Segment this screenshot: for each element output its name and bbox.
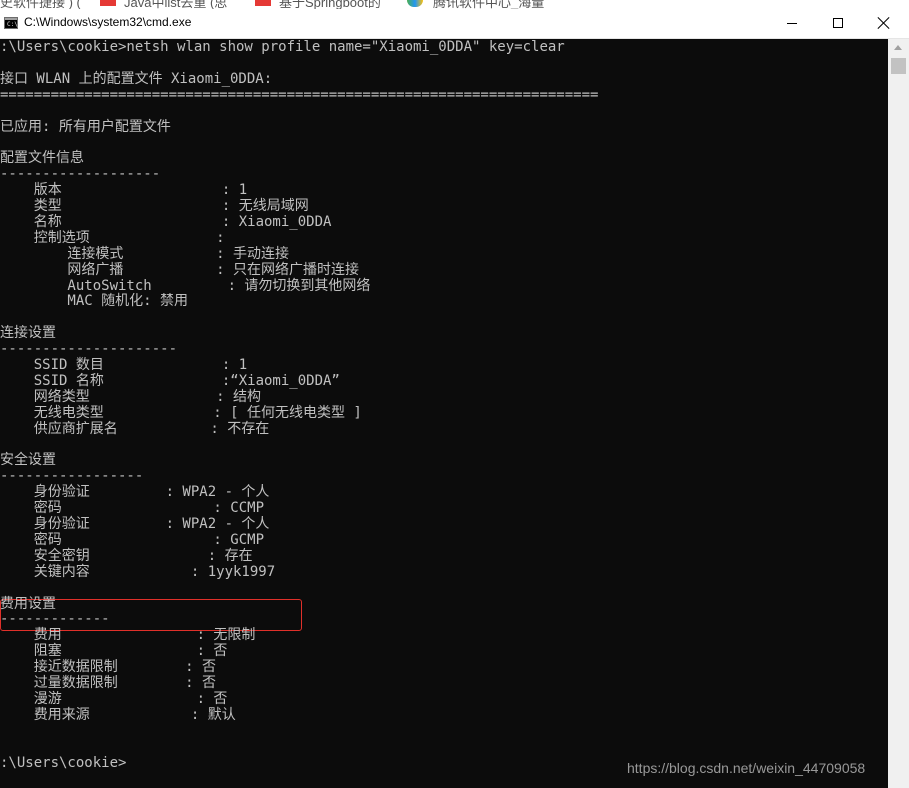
console-line: 漫游 : 否 xyxy=(0,690,228,707)
background-taskbar: 史软件捷接 ) ( Java中list去重 (思 基于Springboot的 腾… xyxy=(0,0,909,9)
console-line: 密码 : CCMP xyxy=(0,500,265,517)
scroll-thumb[interactable] xyxy=(891,58,906,74)
console-line: ----------------- xyxy=(0,468,144,485)
console-line: ------------- xyxy=(0,611,110,628)
desktop-screenshot: 史软件捷接 ) ( Java中list去重 (思 基于Springboot的 腾… xyxy=(0,0,909,788)
console-line: 类型 : 无线局域网 xyxy=(0,198,309,214)
console-line: --------------------- xyxy=(0,341,178,358)
console-line: ------------------- xyxy=(0,166,161,183)
tencent-logo-icon xyxy=(407,0,423,7)
console-line: 费用设置 xyxy=(0,595,56,612)
console-line: 身份验证 : WPA2 - 个人 xyxy=(0,484,270,501)
console-line: 已应用: 所有用户配置文件 xyxy=(0,118,171,135)
maximize-button[interactable] xyxy=(815,9,861,38)
console-line: :\Users\cookie> xyxy=(0,754,127,771)
taskbar-fragment: Java中list去重 (思 xyxy=(124,0,228,9)
taskbar-fragment: 腾讯软件中心_海量 xyxy=(433,0,545,9)
console-line: 连接模式 : 手动连接 xyxy=(0,245,290,262)
console-line: 安全设置 xyxy=(0,452,56,469)
console-line: SSID 名称 :“Xiaomi_0DDA” xyxy=(0,372,340,389)
console-line: 网络类型 : 结构 xyxy=(0,388,262,405)
console-line: 接口 WLAN 上的配置文件 Xiaomi_0DDA: xyxy=(0,70,273,87)
taskbar-fragment: 史软件捷接 ) ( xyxy=(0,0,81,9)
scroll-up-arrow-icon[interactable] xyxy=(888,39,909,56)
console-line: 费用 : 无限制 xyxy=(0,627,256,644)
console-line: 无线电类型 : [ 任何无线电类型 ] xyxy=(0,404,362,421)
csdn-logo-icon xyxy=(255,0,271,6)
csdn-logo-icon xyxy=(100,0,116,6)
console-line: 关键内容 : 1yyk1997 xyxy=(0,563,276,580)
maximize-icon xyxy=(833,18,843,28)
console-line: :\Users\cookie>netsh wlan show profile n… xyxy=(0,39,565,55)
console-line: 控制选项 : xyxy=(0,229,225,246)
close-icon xyxy=(878,17,890,29)
console-line: AutoSwitch : 请勿切换到其他网络 xyxy=(0,277,371,294)
console-line: 密码 : GCMP xyxy=(0,531,265,548)
console-line: 费用来源 : 默认 xyxy=(0,706,236,723)
taskbar-fragment: 基于Springboot的 xyxy=(279,0,381,9)
console-line: ========================================… xyxy=(0,86,599,103)
console-line: 身份验证 : WPA2 - 个人 xyxy=(0,516,270,532)
console-output[interactable]: :\Users\cookie>netsh wlan show profile n… xyxy=(0,39,888,788)
vertical-scrollbar[interactable] xyxy=(888,39,909,788)
watermark: https://blog.csdn.net/weixin_44709058 xyxy=(627,760,866,776)
console-line: 配置文件信息 xyxy=(0,150,84,167)
minimize-button[interactable] xyxy=(769,9,815,38)
console-line: 过量数据限制 : 否 xyxy=(0,675,217,691)
cmd-icon: C:\ xyxy=(4,17,18,29)
console-line: 版本 : 1 xyxy=(0,182,248,199)
console-line: MAC 随机化: 禁用 xyxy=(0,293,189,310)
window-title: C:\Windows\system32\cmd.exe xyxy=(24,15,192,29)
console-line: 供应商扩展名 : 不存在 xyxy=(0,420,270,437)
console-line: SSID 数目 : 1 xyxy=(0,357,248,373)
console-line: 安全密钥 : 存在 xyxy=(0,547,253,564)
minimize-icon xyxy=(787,23,797,24)
window-titlebar[interactable]: C:\ C:\Windows\system32\cmd.exe xyxy=(0,9,909,39)
close-button[interactable] xyxy=(861,9,907,38)
console-line: 接近数据限制 : 否 xyxy=(0,659,217,676)
console-line: 阻塞 : 否 xyxy=(0,643,228,660)
console-line: 连接设置 xyxy=(0,325,56,342)
console-line: 名称 : Xiaomi_0DDA xyxy=(0,213,332,230)
console-line: 网络广播 : 只在网络广播时连接 xyxy=(0,261,360,278)
